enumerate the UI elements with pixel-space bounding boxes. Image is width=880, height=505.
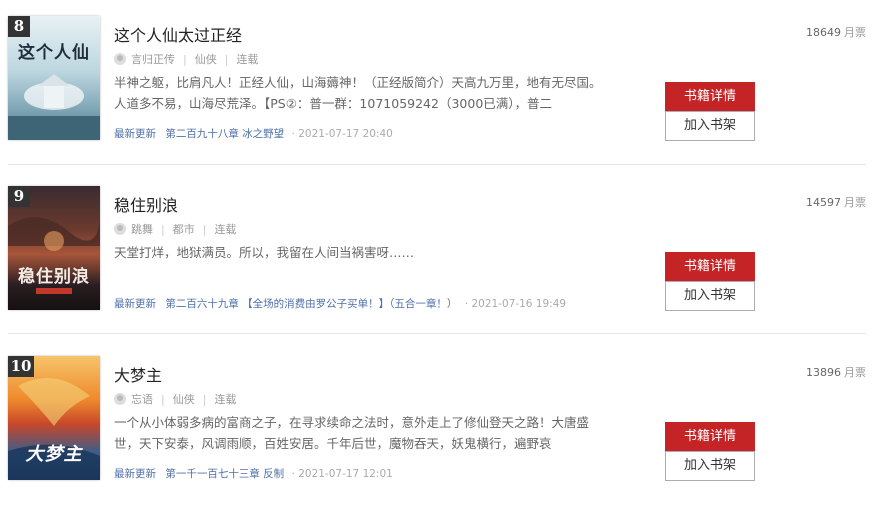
meta-separator: | <box>224 52 229 66</box>
book-intro: 一个从小体弱多病的富商之子，在寻求续命之法时，意外走上了修仙登天之路！大唐盛世，… <box>114 415 590 451</box>
book-genre[interactable]: 都市 <box>173 221 195 237</box>
votes-unit: 月票 <box>844 196 866 209</box>
votes-unit: 月票 <box>844 26 866 39</box>
book-meta: 言归正传 | 仙侠 | 连载 <box>114 51 258 67</box>
author-name[interactable]: 言归正传 <box>131 51 175 67</box>
meta-separator: | <box>161 392 165 406</box>
book-intro: 天堂打烊，地狱满员。所以，我留在人间当祸害呀…… <box>114 245 415 260</box>
latest-update: 最新更新 第二百九十八章 冰之野望 · 2021-07-17 20:40 <box>114 126 393 141</box>
author-avatar-icon <box>114 393 126 405</box>
author-avatar-icon <box>114 223 126 235</box>
monthly-votes: 18649 月票 <box>806 24 866 40</box>
row-divider <box>8 164 866 165</box>
book-detail-button[interactable]: 书籍详情 <box>665 252 755 281</box>
add-to-shelf-button[interactable]: 加入书架 <box>665 451 755 481</box>
monthly-votes: 13896 月票 <box>806 364 866 380</box>
book-genre[interactable]: 仙侠 <box>173 391 195 407</box>
latest-update: 最新更新 第二百六十九章 【全场的消费由罗公子买单！】（五合一章！） · 202… <box>114 296 566 311</box>
book-genre[interactable]: 仙侠 <box>195 51 217 67</box>
author-name[interactable]: 跳舞 <box>131 221 153 237</box>
book-title[interactable]: 这个人仙太过正经 <box>114 22 242 46</box>
book-status: 连载 <box>214 223 237 236</box>
book-detail-button[interactable]: 书籍详情 <box>665 422 755 451</box>
book-cover[interactable]: 这个人仙 8 <box>8 16 100 140</box>
book-status: 连载 <box>236 53 259 66</box>
book-status: 连载 <box>214 393 237 406</box>
update-time: · 2021-07-16 19:49 <box>464 298 567 310</box>
cover-title: 这个人仙 <box>18 43 90 63</box>
add-to-shelf-button[interactable]: 加入书架 <box>665 281 755 311</box>
book-item: 稳住别浪 9 稳住别浪 跳舞 | 都市 | 连载 天堂打烊，地狱满员。所以，我留… <box>0 170 880 335</box>
update-chapter-link[interactable]: 第一千一百七十三章 反制 <box>165 468 284 480</box>
update-time: · 2021-07-17 20:40 <box>291 128 393 140</box>
update-label: 最新更新 <box>114 298 156 310</box>
update-time: · 2021-07-17 12:01 <box>291 468 393 480</box>
latest-update: 最新更新 第一千一百七十三章 反制 · 2021-07-17 12:01 <box>114 466 393 481</box>
book-intro: 半神之躯，比肩凡人！正经人仙，山海薅神！（正经版简介）天高九万里，地有无尽国。人… <box>114 75 602 111</box>
meta-separator: | <box>202 392 207 406</box>
meta-separator: | <box>183 52 187 66</box>
meta-separator: | <box>202 222 207 236</box>
votes-unit: 月票 <box>844 366 866 379</box>
votes-count: 18649 <box>806 26 841 39</box>
votes-count: 14597 <box>806 196 841 209</box>
update-chapter-link[interactable]: 第二百九十八章 冰之野望 <box>165 128 284 140</box>
book-detail-button[interactable]: 书籍详情 <box>665 82 755 111</box>
author-avatar-icon <box>114 53 126 65</box>
book-meta: 忘语 | 仙侠 | 连载 <box>114 391 236 407</box>
add-to-shelf-button[interactable]: 加入书架 <box>665 111 755 141</box>
cover-title: 大梦主 <box>25 444 83 465</box>
update-chapter-link[interactable]: 第二百六十九章 【全场的消费由罗公子买单！】（五合一章！） <box>165 298 457 310</box>
rank-badge: 10 <box>8 356 34 377</box>
book-cover[interactable]: 大梦主 10 <box>8 356 100 480</box>
rank-badge: 8 <box>8 16 30 37</box>
row-divider <box>8 333 866 334</box>
book-item: 这个人仙 8 这个人仙太过正经 言归正传 | 仙侠 | 连载 半神之躯，比肩凡人… <box>0 0 880 165</box>
update-label: 最新更新 <box>114 128 156 140</box>
monthly-votes: 14597 月票 <box>806 194 866 210</box>
meta-separator: | <box>161 222 165 236</box>
book-item: 大梦主 10 大梦主 忘语 | 仙侠 | 连载 一个从小体弱多病的富商之子，在寻… <box>0 340 880 505</box>
author-name[interactable]: 忘语 <box>131 391 153 407</box>
book-title[interactable]: 大梦主 <box>114 362 162 386</box>
cover-title: 稳住别浪 <box>18 267 90 287</box>
book-meta: 跳舞 | 都市 | 连载 <box>114 221 236 237</box>
rank-badge: 9 <box>8 186 30 207</box>
update-label: 最新更新 <box>114 468 156 480</box>
votes-count: 13896 <box>806 366 841 379</box>
book-cover[interactable]: 稳住别浪 9 <box>8 186 100 310</box>
book-title[interactable]: 稳住别浪 <box>114 192 178 216</box>
